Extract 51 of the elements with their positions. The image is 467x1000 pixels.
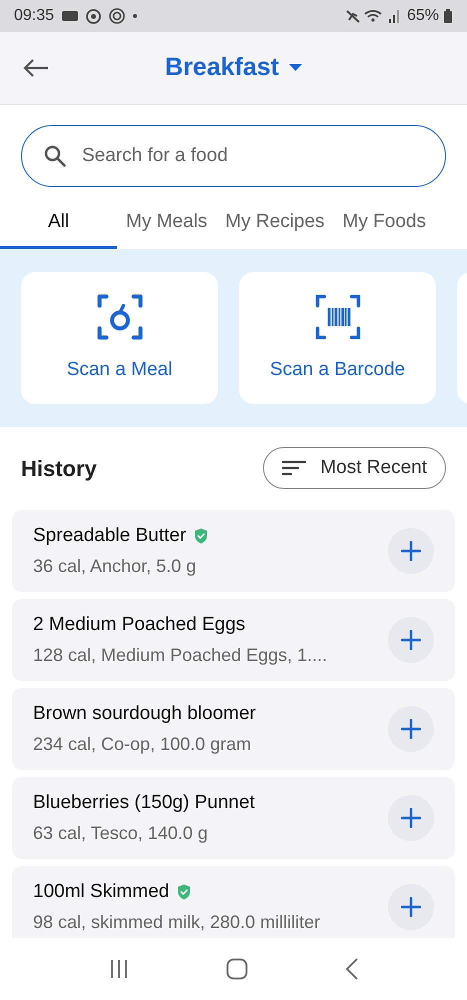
- tab[interactable]: My Meals: [117, 199, 216, 249]
- search-field[interactable]: Search for a food: [21, 125, 446, 187]
- sort-button[interactable]: Most Recent: [263, 447, 446, 489]
- message-icon: [62, 11, 78, 21]
- circle-dot-icon: [86, 8, 102, 24]
- food-details: 98 cal, skimmed milk, 280.0 milliliter: [33, 911, 322, 934]
- battery-icon: [443, 8, 453, 24]
- food-name: Blueberries (150g) Punnet: [33, 790, 255, 815]
- food-details: 234 cal, Co-op, 100.0 gram: [33, 733, 252, 756]
- scan-meal-icon: [94, 292, 144, 342]
- add-button[interactable]: [388, 706, 434, 752]
- scan-card[interactable]: Scan a Meal: [21, 272, 218, 404]
- plus-icon: [401, 897, 421, 917]
- recent-apps-icon[interactable]: [108, 959, 128, 979]
- dot-icon: [133, 14, 138, 18]
- food-item-card[interactable]: Blueberries (150g) Punnet 63 cal, Tesco, 140.0 g: [12, 777, 455, 859]
- add-button[interactable]: [388, 884, 434, 930]
- ring-icon: [109, 8, 126, 24]
- food-item-card[interactable]: 2 Medium Poached Eggs 128 cal, Medium Poached Eggs, 1....: [12, 599, 455, 681]
- add-button[interactable]: [388, 795, 434, 841]
- caret-icon: [288, 64, 302, 72]
- plus-icon: [401, 719, 421, 739]
- scan-card[interactable]: Scan a Barcode: [239, 272, 436, 404]
- food-details: 63 cal, Tesco, 140.0 g: [33, 822, 209, 846]
- back-arrow-icon: [23, 58, 49, 78]
- back-icon[interactable]: [344, 958, 358, 980]
- food-details: 128 cal, Medium Poached Eggs, 1....: [33, 644, 328, 668]
- sort-icon: [282, 460, 306, 476]
- food-name: 2 Medium Poached Eggs: [33, 612, 246, 637]
- add-button[interactable]: [388, 528, 434, 574]
- food-item-card[interactable]: 100ml Skimmed 98 cal, skimmed milk, 280.0 milliliter: [12, 866, 455, 938]
- home-icon[interactable]: [226, 958, 248, 980]
- food-name: Spreadable Butter: [33, 524, 186, 548]
- search-icon: [43, 144, 67, 168]
- plus-icon: [401, 541, 421, 561]
- food-name: Brown sourdough bloomer: [33, 702, 256, 726]
- plus-icon: [401, 808, 421, 828]
- food-name: 100ml Skimmed: [33, 880, 170, 904]
- tab[interactable]: My Recipes: [216, 199, 334, 249]
- meal-dropdown[interactable]: Breakfast: [165, 49, 302, 87]
- verified-shield-icon: [194, 528, 208, 544]
- battery-percent: 65%: [406, 6, 439, 26]
- history-title: History: [21, 454, 97, 483]
- food-details: 36 cal, Anchor, 5.0 g: [33, 555, 198, 578]
- status-time: 09:35: [14, 6, 54, 26]
- plus-icon: [401, 630, 421, 650]
- food-item-card[interactable]: Spreadable Butter 36 cal, Anchor, 5.0 g: [12, 510, 455, 592]
- verified-shield-icon: [177, 884, 192, 900]
- add-button[interactable]: [388, 617, 434, 663]
- tab[interactable]: My Foods: [334, 199, 435, 249]
- food-item-card[interactable]: Brown sourdough bloomer 234 cal, Co-op, 100.0 gram: [12, 688, 455, 770]
